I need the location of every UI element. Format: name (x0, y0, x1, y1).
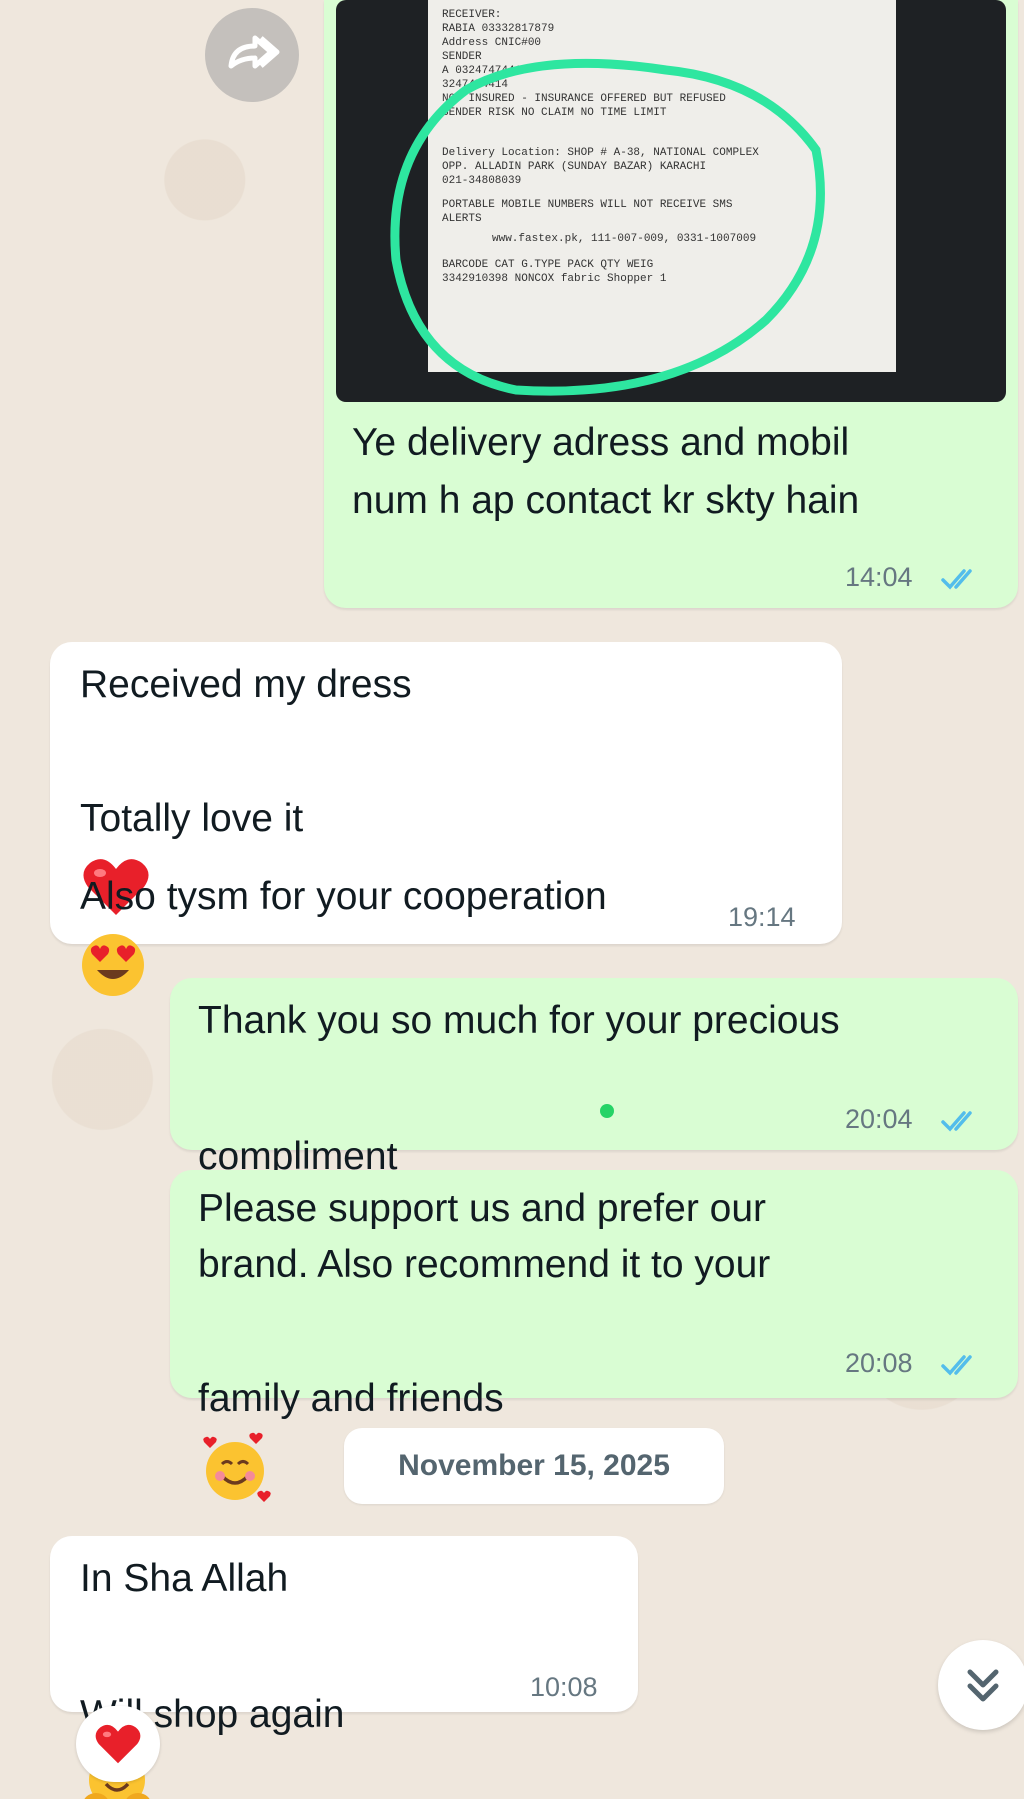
message-time: 20:04 (845, 1104, 913, 1134)
message-text: Received my dress (80, 663, 412, 706)
chevron-double-down-icon (967, 1669, 999, 1702)
double-check-icon (941, 1355, 972, 1376)
message-time: 19:14 (728, 902, 796, 932)
message-time: 10:08 (530, 1672, 598, 1702)
scroll-to-bottom-button[interactable] (938, 1640, 1024, 1730)
message-text: brand. Also recommend it to your (198, 1243, 771, 1286)
smiling-face-with-hearts-icon (203, 1432, 271, 1502)
message-text: Also tysm for your cooperation (80, 798, 607, 998)
forward-button[interactable] (205, 8, 299, 102)
message-text: Ye delivery adress and mobil num h ap co… (352, 421, 860, 522)
online-indicator (600, 1104, 614, 1118)
forward-icon (228, 35, 280, 69)
message-text-line: family and friends (198, 1377, 504, 1420)
message-time: 14:04 (845, 562, 913, 592)
double-check-icon (941, 1111, 972, 1132)
message-text: In Sha Allah (80, 1557, 289, 1600)
message-text-line: Also tysm for your cooperation (80, 875, 607, 918)
date-separator: November 15, 2025 (344, 1428, 724, 1504)
message-text: Thank you so much for your precious (198, 999, 840, 1042)
highlight-circle (390, 58, 825, 396)
message-reaction[interactable] (76, 1706, 160, 1782)
receipt-photo[interactable]: RECEIVER: RABIA 03332817879 Address CNIC… (336, 0, 1006, 402)
message-time: 20:08 (845, 1348, 913, 1378)
heart-eyes-emoji-icon (82, 933, 144, 996)
double-check-icon (941, 569, 972, 590)
heart-emoji-icon (95, 1724, 141, 1764)
